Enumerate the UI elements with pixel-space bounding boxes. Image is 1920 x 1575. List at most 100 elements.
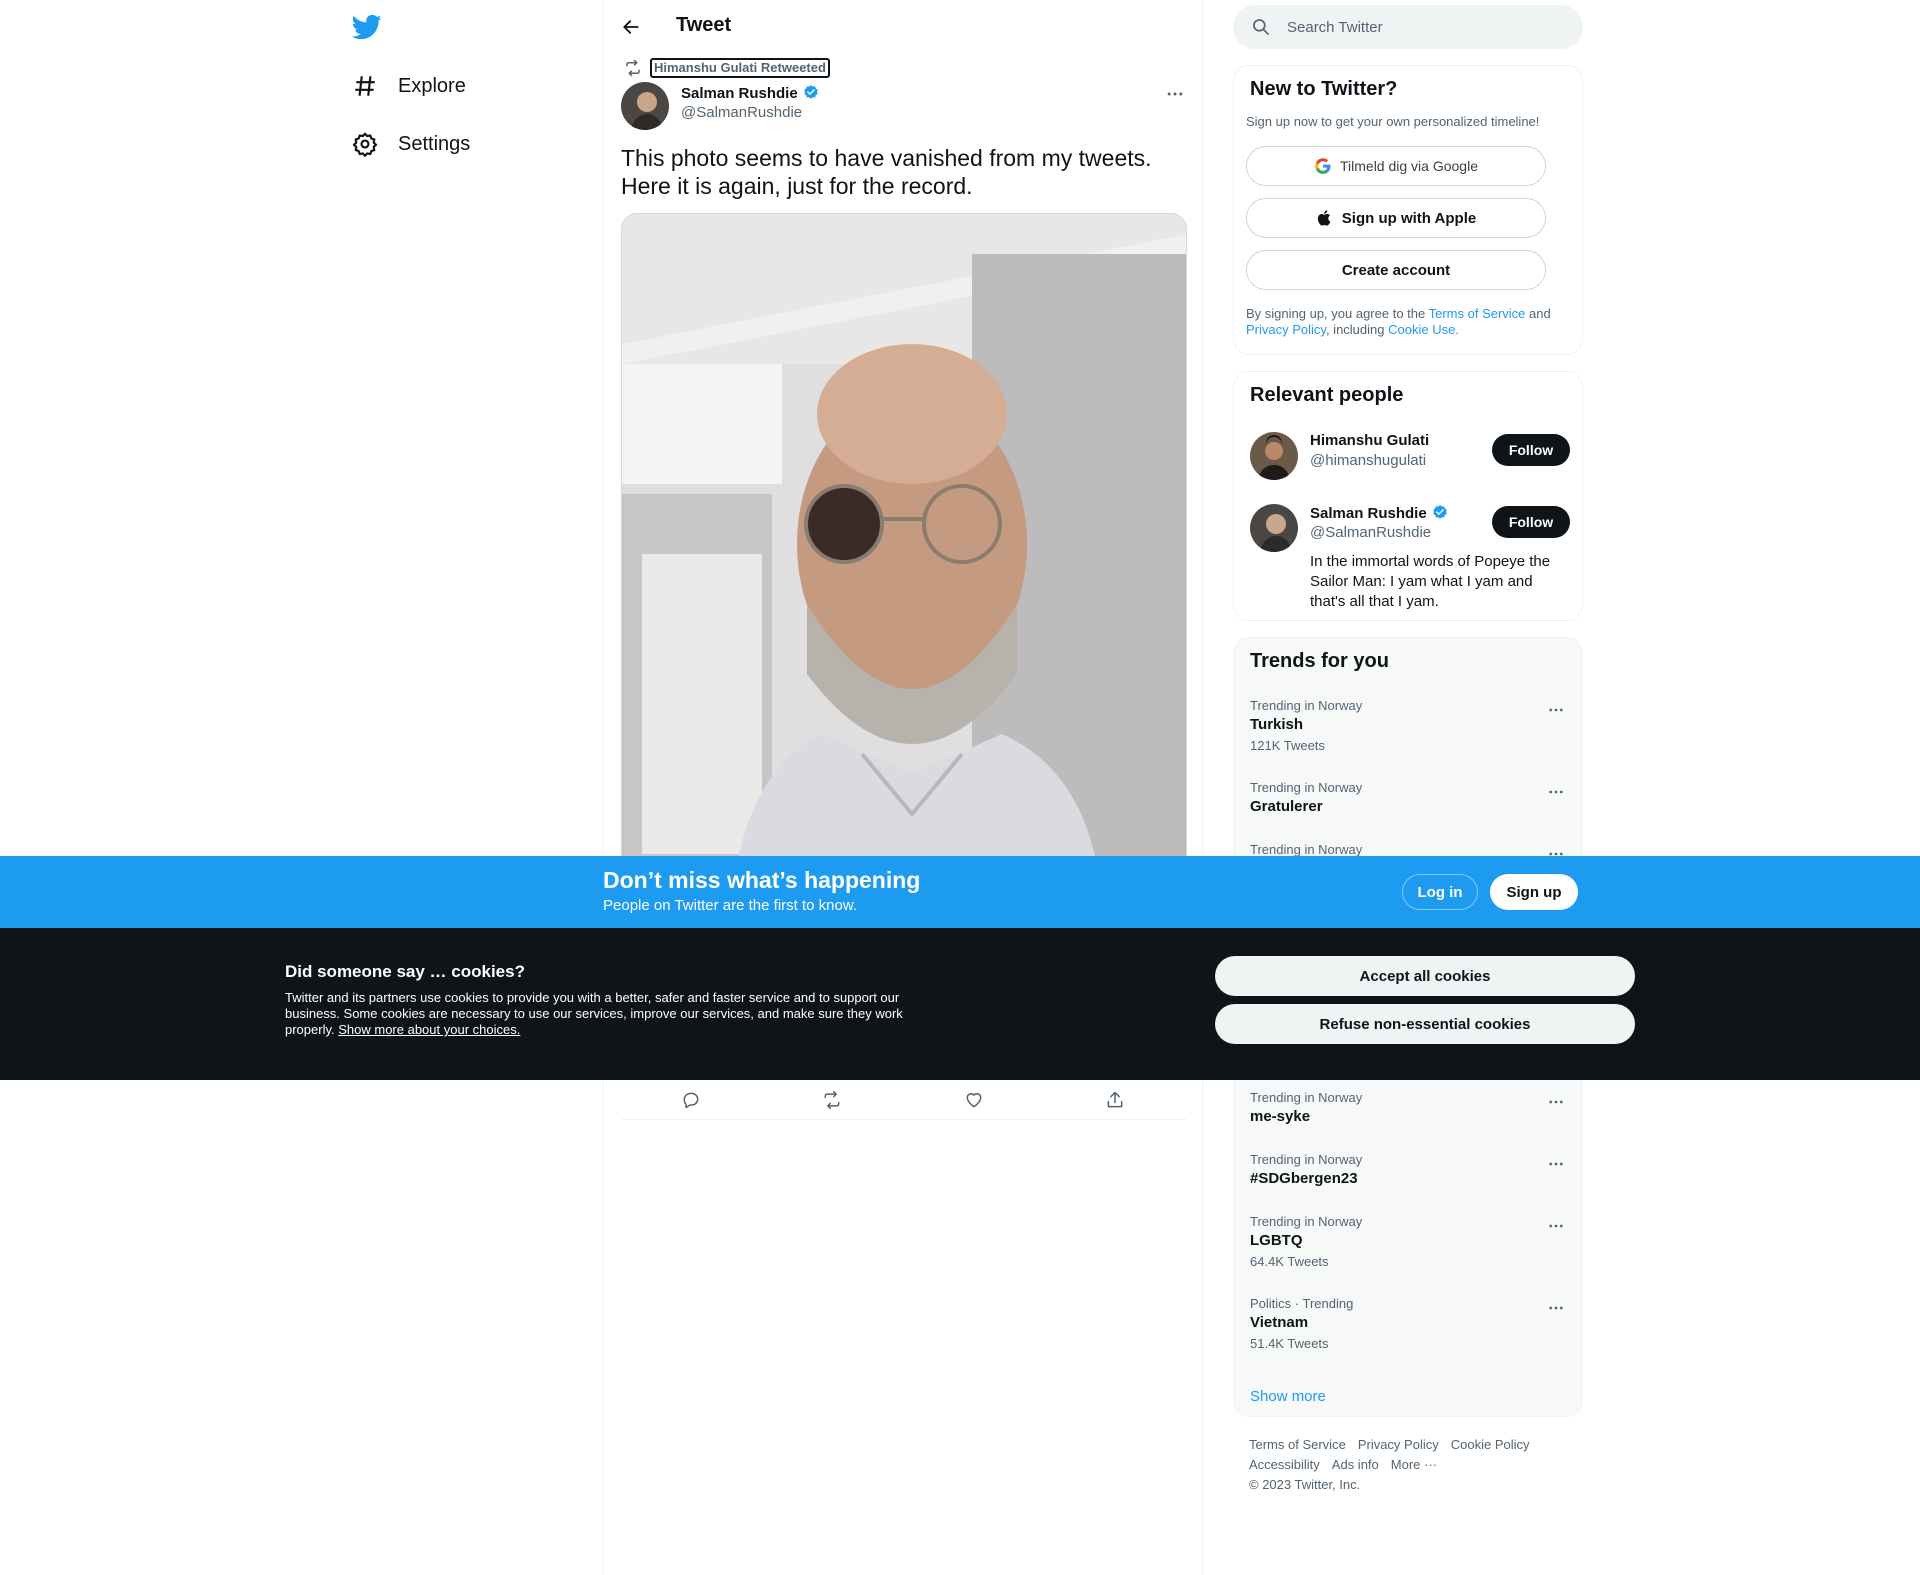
cookie-consent-bar: Did someone say … cookies? Twitter and i…: [0, 928, 1920, 1080]
retweet-context: Himanshu Gulati Retweeted: [618, 58, 830, 78]
retweet-button[interactable]: [812, 1080, 852, 1120]
signup-button[interactable]: Sign up: [1490, 874, 1578, 910]
google-signup-button[interactable]: Tilmeld dig via Google: [1246, 146, 1546, 186]
back-arrow-icon: [623, 20, 639, 34]
follow-button[interactable]: Follow: [1492, 434, 1570, 466]
footer-privacy-link[interactable]: Privacy Policy: [1358, 1437, 1439, 1452]
trend-item[interactable]: Trending in Norway Turkish 121K Tweets: [1250, 698, 1568, 758]
cookie-body: Twitter and its partners use cookies to …: [285, 990, 925, 1038]
trend-name: me-syke: [1250, 1108, 1311, 1125]
search-input[interactable]: [1287, 18, 1567, 36]
nav-settings[interactable]: Settings: [352, 124, 470, 164]
trend-name: Vietnam: [1250, 1314, 1309, 1331]
trend-item[interactable]: Trending in Norway LGBTQ 64.4K Tweets: [1250, 1214, 1568, 1274]
footer-ads-link[interactable]: Ads info: [1332, 1457, 1379, 1472]
apple-signup-button[interactable]: Sign up with Apple: [1246, 198, 1546, 238]
person-name[interactable]: Salman Rushdie: [1310, 504, 1449, 522]
tweet-more-button[interactable]: [1160, 82, 1190, 106]
show-more-link[interactable]: Show more: [1250, 1388, 1326, 1405]
signup-legal: By signing up, you agree to the Terms of…: [1246, 306, 1576, 338]
banner-title: Don’t miss what’s happening: [603, 867, 921, 893]
verified-badge-icon: [803, 85, 818, 99]
trend-context: Politics · Trending: [1250, 1296, 1354, 1311]
trend-name: Turkish: [1250, 716, 1304, 733]
trends-title: Trends for you: [1250, 650, 1389, 672]
gear-icon: [352, 132, 378, 157]
copyright: © 2023 Twitter, Inc.: [1249, 1477, 1361, 1492]
follow-button[interactable]: Follow: [1492, 506, 1570, 538]
terms-link[interactable]: Terms of Service: [1429, 306, 1526, 321]
trend-item[interactable]: Trending in Norway #SDGbergen23: [1250, 1152, 1568, 1212]
footer: Terms of Service Privacy Policy Cookie Pol…: [1249, 1435, 1569, 1495]
banner-subtitle: People on Twitter are the first to know.: [603, 897, 858, 914]
create-account-button[interactable]: Create account: [1246, 250, 1546, 290]
more-dots-icon: [1549, 1224, 1563, 1228]
trend-item[interactable]: Trending in Norway me-syke: [1250, 1090, 1568, 1150]
author-avatar[interactable]: [621, 82, 669, 130]
more-dots-icon: [1549, 1306, 1563, 1310]
author-name-text: Salman Rushdie: [681, 84, 798, 102]
trend-more-button[interactable]: [1544, 1298, 1568, 1318]
more-dots-icon: [1549, 708, 1563, 712]
verified-badge-icon: [1432, 505, 1447, 519]
author-name[interactable]: Salman Rushdie: [681, 84, 820, 102]
cookie-choices-link[interactable]: Show more about your choices.: [338, 1022, 520, 1037]
reply-button[interactable]: [671, 1080, 711, 1120]
trend-more-button[interactable]: [1544, 782, 1568, 802]
signup-title: New to Twitter?: [1250, 78, 1398, 100]
trend-item[interactable]: Politics · Trending Vietnam 51.4K Tweets: [1250, 1296, 1568, 1356]
cookie-use-link[interactable]: Cookie Use.: [1388, 322, 1459, 337]
accept-cookies-button[interactable]: Accept all cookies: [1215, 956, 1635, 996]
signup-card: New to Twitter? Sign up now to get your …: [1233, 65, 1583, 355]
signup-banner: Don’t miss what’s happening People on Tw…: [0, 856, 1920, 928]
hashtag-icon: [355, 76, 375, 96]
tweet-photo[interactable]: [621, 213, 1187, 903]
create-account-label: Create account: [1341, 261, 1451, 279]
trend-context: Trending in Norway: [1250, 780, 1363, 795]
legal-text: and: [1525, 306, 1551, 321]
trend-more-button[interactable]: [1544, 1216, 1568, 1236]
share-icon: [1107, 1091, 1123, 1108]
trend-more-button[interactable]: [1544, 700, 1568, 720]
heart-icon: [966, 1093, 982, 1108]
twitter-logo-icon[interactable]: [351, 12, 382, 42]
more-dots-icon: [1167, 92, 1183, 96]
trend-name: LGBTQ: [1250, 1232, 1303, 1249]
person-bio: In the immortal words of Popeye the Sail…: [1310, 553, 1551, 610]
footer-cookie-link[interactable]: Cookie Policy: [1451, 1437, 1530, 1452]
trend-count: 51.4K Tweets: [1250, 1336, 1329, 1351]
nav-explore-label: Explore: [398, 74, 466, 97]
retweeted-by-link[interactable]: Himanshu Gulati Retweeted: [650, 58, 830, 78]
avatar[interactable]: [1250, 504, 1298, 552]
back-button[interactable]: [614, 10, 648, 44]
avatar[interactable]: [1250, 432, 1298, 480]
like-button[interactable]: [954, 1080, 994, 1120]
trend-context: Trending in Norway: [1250, 1152, 1363, 1167]
person-handle[interactable]: @SalmanRushdie: [1310, 524, 1431, 541]
relevant-people-card: Relevant people Himanshu Gulati @himansh…: [1233, 371, 1583, 621]
author-handle[interactable]: @SalmanRushdie: [681, 104, 802, 121]
privacy-link[interactable]: Privacy Policy: [1246, 322, 1326, 337]
search-box[interactable]: [1233, 5, 1583, 49]
trend-more-button[interactable]: [1544, 1154, 1568, 1174]
legal-text: , including: [1325, 322, 1389, 337]
nav-settings-label: Settings: [398, 132, 471, 155]
signup-subtitle: Sign up now to get your own personalized…: [1246, 114, 1540, 129]
relevant-people-title: Relevant people: [1250, 384, 1404, 406]
search-icon: [1253, 19, 1269, 35]
refuse-cookies-button[interactable]: Refuse non-essential cookies: [1215, 1004, 1635, 1044]
tweet-text: This photo seems to have vanished from m…: [621, 145, 1152, 199]
retweet-icon: [626, 59, 640, 77]
footer-more-link[interactable]: More ···: [1391, 1457, 1437, 1472]
person-name[interactable]: Himanshu Gulati: [1310, 432, 1429, 449]
trend-item[interactable]: Trending in Norway Gratulerer: [1250, 780, 1568, 840]
trend-more-button[interactable]: [1544, 1092, 1568, 1112]
nav-explore[interactable]: Explore: [352, 66, 466, 106]
cookie-title: Did someone say … cookies?: [285, 962, 525, 981]
share-button[interactable]: [1095, 1080, 1135, 1120]
person-handle[interactable]: @himanshugulati: [1310, 452, 1426, 469]
footer-terms-link[interactable]: Terms of Service: [1249, 1437, 1346, 1452]
trend-context: Trending in Norway: [1250, 842, 1363, 857]
login-button[interactable]: Log in: [1402, 874, 1478, 910]
footer-accessibility-link[interactable]: Accessibility: [1249, 1457, 1320, 1472]
